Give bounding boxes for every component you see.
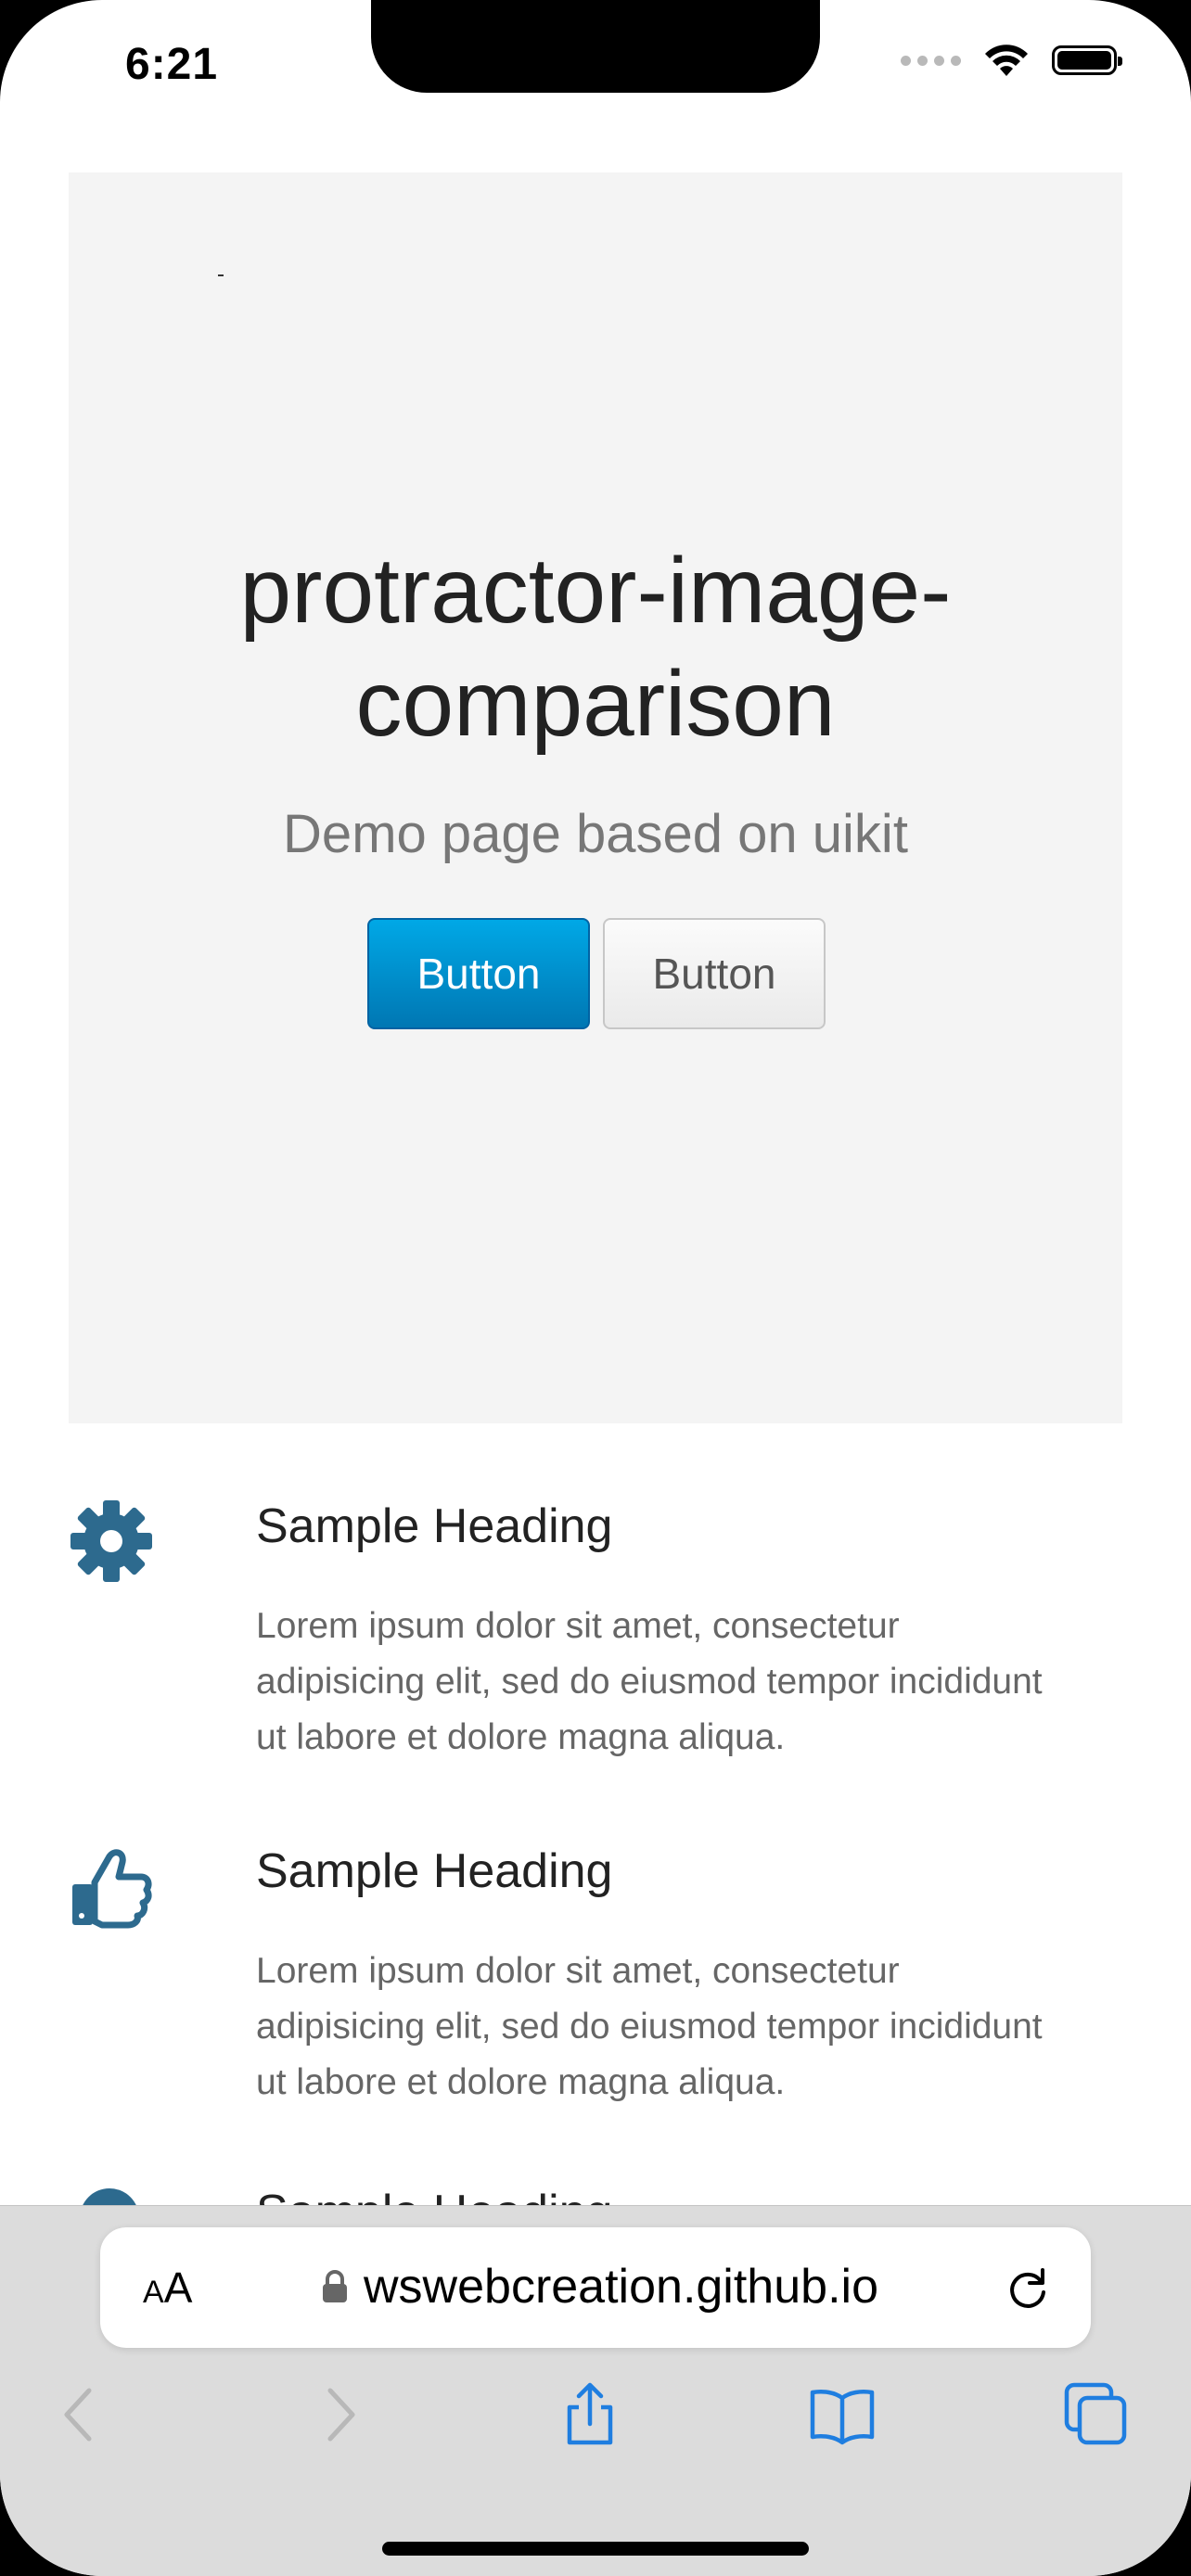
thumbs-up-icon [72, 1849, 152, 1929]
share-icon[interactable] [557, 2381, 623, 2448]
bookmarks-icon[interactable] [809, 2381, 876, 2448]
default-button[interactable]: Button [603, 918, 826, 1029]
phone-screen: 6:21 protractor-image-comparison Demo pa… [0, 0, 1191, 2576]
primary-button[interactable]: Button [367, 918, 590, 1029]
wifi-icon [985, 45, 1028, 76]
page-title: protractor-image-comparison [239, 539, 952, 756]
url-text: wswebcreation.github.io [364, 2260, 878, 2314]
hero-decoration [218, 274, 224, 276]
text-size-large-label: A [163, 2264, 193, 2312]
notch [371, 0, 820, 93]
battery-icon [1052, 45, 1122, 75]
back-icon[interactable] [46, 2381, 113, 2448]
cellular-signal-icon [901, 55, 961, 66]
feature-heading: Sample Heading [256, 1844, 613, 1898]
gear-icon [70, 1500, 152, 1582]
lock-icon [323, 2270, 347, 2302]
hero-section: protractor-image-comparison Demo page ba… [69, 172, 1122, 1423]
text-size-small-label: A [143, 2275, 164, 2310]
status-indicators [901, 43, 1122, 78]
hero-buttons: Button Button [367, 918, 826, 1029]
forward-icon[interactable] [306, 2381, 373, 2448]
feature-heading: Sample Heading [256, 1499, 613, 1553]
feature-text: Lorem ipsum dolor sit amet, consectetur … [256, 1606, 1043, 1757]
tabs-icon[interactable] [1063, 2381, 1130, 2448]
status-time: 6:21 [125, 40, 219, 89]
feature-text: Lorem ipsum dolor sit amet, consectetur … [256, 1951, 1043, 2102]
text-size-button[interactable]: AA [143, 2263, 192, 2313]
home-indicator[interactable] [382, 2542, 809, 2556]
address-bar[interactable]: AA wswebcreation.github.io [100, 2227, 1091, 2348]
reload-icon[interactable] [1004, 2264, 1052, 2313]
page-subtitle: Demo page based on uikit [283, 804, 908, 864]
